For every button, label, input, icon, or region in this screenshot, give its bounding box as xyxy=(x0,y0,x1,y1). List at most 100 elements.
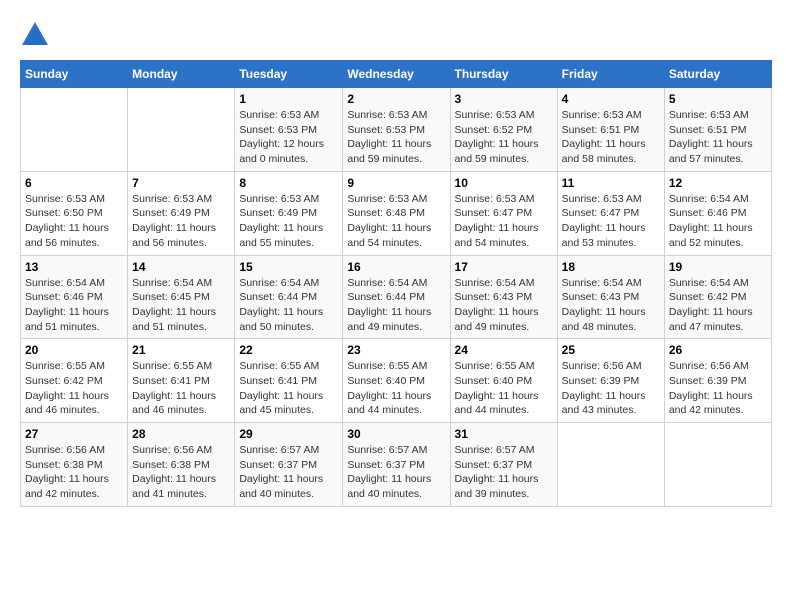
calendar-cell: 26Sunrise: 6:56 AM Sunset: 6:39 PM Dayli… xyxy=(664,339,771,423)
day-detail: Sunrise: 6:54 AM Sunset: 6:43 PM Dayligh… xyxy=(562,276,660,335)
day-detail: Sunrise: 6:53 AM Sunset: 6:49 PM Dayligh… xyxy=(239,192,338,251)
day-detail: Sunrise: 6:53 AM Sunset: 6:47 PM Dayligh… xyxy=(455,192,553,251)
header-friday: Friday xyxy=(557,61,664,88)
day-detail: Sunrise: 6:54 AM Sunset: 6:43 PM Dayligh… xyxy=(455,276,553,335)
day-detail: Sunrise: 6:55 AM Sunset: 6:40 PM Dayligh… xyxy=(455,359,553,418)
calendar-cell: 8 Sunrise: 6:53 AM Sunset: 6:49 PM Daylig… xyxy=(235,171,343,255)
calendar-cell: 7 Sunrise: 6:53 AM Sunset: 6:49 PM Daylig… xyxy=(128,171,235,255)
day-detail: Sunrise: 6:56 AM Sunset: 6:39 PM Dayligh… xyxy=(562,359,660,418)
calendar-cell: 29 Sunrise: 6:57 AM Sunset: 6:37 PM Dayli… xyxy=(235,423,343,507)
calendar-cell: 31 Sunrise: 6:57 AM Sunset: 6:37 PM Dayli… xyxy=(450,423,557,507)
day-number: 10 xyxy=(455,176,553,190)
day-detail: Sunrise: 6:53 AM Sunset: 6:52 PM Dayligh… xyxy=(455,108,553,167)
day-number: 18 xyxy=(562,260,660,274)
calendar-cell: 9Sunrise: 6:53 AM Sunset: 6:48 PM Daylig… xyxy=(343,171,450,255)
day-number: 23 xyxy=(347,343,445,357)
week-row-4: 20 Sunrise: 6:55 AM Sunset: 6:42 PM Dayli… xyxy=(21,339,772,423)
day-detail: Sunrise: 6:57 AM Sunset: 6:37 PM Dayligh… xyxy=(347,443,445,502)
calendar-cell: 1 Sunrise: 6:53 AM Sunset: 6:53 PM Daylig… xyxy=(235,88,343,172)
day-number: 6 xyxy=(25,176,123,190)
header-thursday: Thursday xyxy=(450,61,557,88)
day-detail: Sunrise: 6:53 AM Sunset: 6:47 PM Dayligh… xyxy=(562,192,660,251)
day-number: 5 xyxy=(669,92,767,106)
day-detail: Sunrise: 6:53 AM Sunset: 6:50 PM Dayligh… xyxy=(25,192,123,251)
calendar-cell: 30 Sunrise: 6:57 AM Sunset: 6:37 PM Dayli… xyxy=(343,423,450,507)
day-number: 15 xyxy=(239,260,338,274)
day-number: 7 xyxy=(132,176,230,190)
day-number: 25 xyxy=(562,343,660,357)
calendar-cell: 3 Sunrise: 6:53 AM Sunset: 6:52 PM Daylig… xyxy=(450,88,557,172)
day-detail: Sunrise: 6:56 AM Sunset: 6:38 PM Dayligh… xyxy=(132,443,230,502)
calendar-cell: 20 Sunrise: 6:55 AM Sunset: 6:42 PM Dayli… xyxy=(21,339,128,423)
day-detail: Sunrise: 6:55 AM Sunset: 6:40 PM Dayligh… xyxy=(347,359,445,418)
day-number: 4 xyxy=(562,92,660,106)
calendar-cell xyxy=(557,423,664,507)
day-number: 8 xyxy=(239,176,338,190)
day-detail: Sunrise: 6:54 AM Sunset: 6:42 PM Dayligh… xyxy=(669,276,767,335)
calendar-cell xyxy=(128,88,235,172)
day-number: 20 xyxy=(25,343,123,357)
day-number: 22 xyxy=(239,343,338,357)
day-number: 2 xyxy=(347,92,445,106)
day-number: 24 xyxy=(455,343,553,357)
calendar-cell: 21 Sunrise: 6:55 AM Sunset: 6:41 PM Dayli… xyxy=(128,339,235,423)
day-number: 17 xyxy=(455,260,553,274)
day-detail: Sunrise: 6:57 AM Sunset: 6:37 PM Dayligh… xyxy=(239,443,338,502)
calendar-cell: 15 Sunrise: 6:54 AM Sunset: 6:44 PM Dayli… xyxy=(235,255,343,339)
calendar-cell: 27 Sunrise: 6:56 AM Sunset: 6:38 PM Dayli… xyxy=(21,423,128,507)
calendar-cell xyxy=(21,88,128,172)
day-number: 3 xyxy=(455,92,553,106)
calendar-cell: 25 Sunrise: 6:56 AM Sunset: 6:39 PM Dayli… xyxy=(557,339,664,423)
day-number: 30 xyxy=(347,427,445,441)
calendar-cell: 11 Sunrise: 6:53 AM Sunset: 6:47 PM Dayli… xyxy=(557,171,664,255)
day-number: 19 xyxy=(669,260,767,274)
calendar-cell: 18 Sunrise: 6:54 AM Sunset: 6:43 PM Dayli… xyxy=(557,255,664,339)
day-number: 27 xyxy=(25,427,123,441)
day-number: 31 xyxy=(455,427,553,441)
week-row-2: 6 Sunrise: 6:53 AM Sunset: 6:50 PM Daylig… xyxy=(21,171,772,255)
day-number: 13 xyxy=(25,260,123,274)
day-detail: Sunrise: 6:55 AM Sunset: 6:42 PM Dayligh… xyxy=(25,359,123,418)
day-detail: Sunrise: 6:55 AM Sunset: 6:41 PM Dayligh… xyxy=(132,359,230,418)
day-detail: Sunrise: 6:56 AM Sunset: 6:38 PM Dayligh… xyxy=(25,443,123,502)
calendar-cell: 12Sunrise: 6:54 AM Sunset: 6:46 PM Dayli… xyxy=(664,171,771,255)
header-tuesday: Tuesday xyxy=(235,61,343,88)
logo-icon xyxy=(20,20,50,50)
day-number: 9 xyxy=(347,176,445,190)
week-row-3: 13Sunrise: 6:54 AM Sunset: 6:46 PM Dayli… xyxy=(21,255,772,339)
day-number: 28 xyxy=(132,427,230,441)
day-detail: Sunrise: 6:53 AM Sunset: 6:53 PM Dayligh… xyxy=(239,108,338,167)
day-detail: Sunrise: 6:53 AM Sunset: 6:49 PM Dayligh… xyxy=(132,192,230,251)
day-detail: Sunrise: 6:53 AM Sunset: 6:51 PM Dayligh… xyxy=(562,108,660,167)
calendar-cell: 14 Sunrise: 6:54 AM Sunset: 6:45 PM Dayli… xyxy=(128,255,235,339)
day-number: 21 xyxy=(132,343,230,357)
calendar-cell: 19 Sunrise: 6:54 AM Sunset: 6:42 PM Dayli… xyxy=(664,255,771,339)
calendar-cell: 17 Sunrise: 6:54 AM Sunset: 6:43 PM Dayli… xyxy=(450,255,557,339)
logo xyxy=(20,20,55,50)
days-header-row: SundayMondayTuesdayWednesdayThursdayFrid… xyxy=(21,61,772,88)
day-detail: Sunrise: 6:53 AM Sunset: 6:53 PM Dayligh… xyxy=(347,108,445,167)
calendar-cell: 24 Sunrise: 6:55 AM Sunset: 6:40 PM Dayli… xyxy=(450,339,557,423)
calendar-cell: 6 Sunrise: 6:53 AM Sunset: 6:50 PM Daylig… xyxy=(21,171,128,255)
week-row-5: 27 Sunrise: 6:56 AM Sunset: 6:38 PM Dayli… xyxy=(21,423,772,507)
day-number: 16 xyxy=(347,260,445,274)
day-number: 14 xyxy=(132,260,230,274)
calendar-cell: 16 Sunrise: 6:54 AM Sunset: 6:44 PM Dayli… xyxy=(343,255,450,339)
day-detail: Sunrise: 6:56 AM Sunset: 6:39 PM Dayligh… xyxy=(669,359,767,418)
calendar-cell: 28 Sunrise: 6:56 AM Sunset: 6:38 PM Dayli… xyxy=(128,423,235,507)
day-detail: Sunrise: 6:57 AM Sunset: 6:37 PM Dayligh… xyxy=(455,443,553,502)
week-row-1: 1 Sunrise: 6:53 AM Sunset: 6:53 PM Daylig… xyxy=(21,88,772,172)
day-number: 29 xyxy=(239,427,338,441)
day-detail: Sunrise: 6:54 AM Sunset: 6:44 PM Dayligh… xyxy=(347,276,445,335)
day-detail: Sunrise: 6:54 AM Sunset: 6:45 PM Dayligh… xyxy=(132,276,230,335)
day-number: 1 xyxy=(239,92,338,106)
day-detail: Sunrise: 6:54 AM Sunset: 6:44 PM Dayligh… xyxy=(239,276,338,335)
calendar-cell: 22Sunrise: 6:55 AM Sunset: 6:41 PM Dayli… xyxy=(235,339,343,423)
calendar-cell xyxy=(664,423,771,507)
header-wednesday: Wednesday xyxy=(343,61,450,88)
header-sunday: Sunday xyxy=(21,61,128,88)
day-number: 11 xyxy=(562,176,660,190)
header-monday: Monday xyxy=(128,61,235,88)
calendar-cell: 4 Sunrise: 6:53 AM Sunset: 6:51 PM Daylig… xyxy=(557,88,664,172)
header-saturday: Saturday xyxy=(664,61,771,88)
